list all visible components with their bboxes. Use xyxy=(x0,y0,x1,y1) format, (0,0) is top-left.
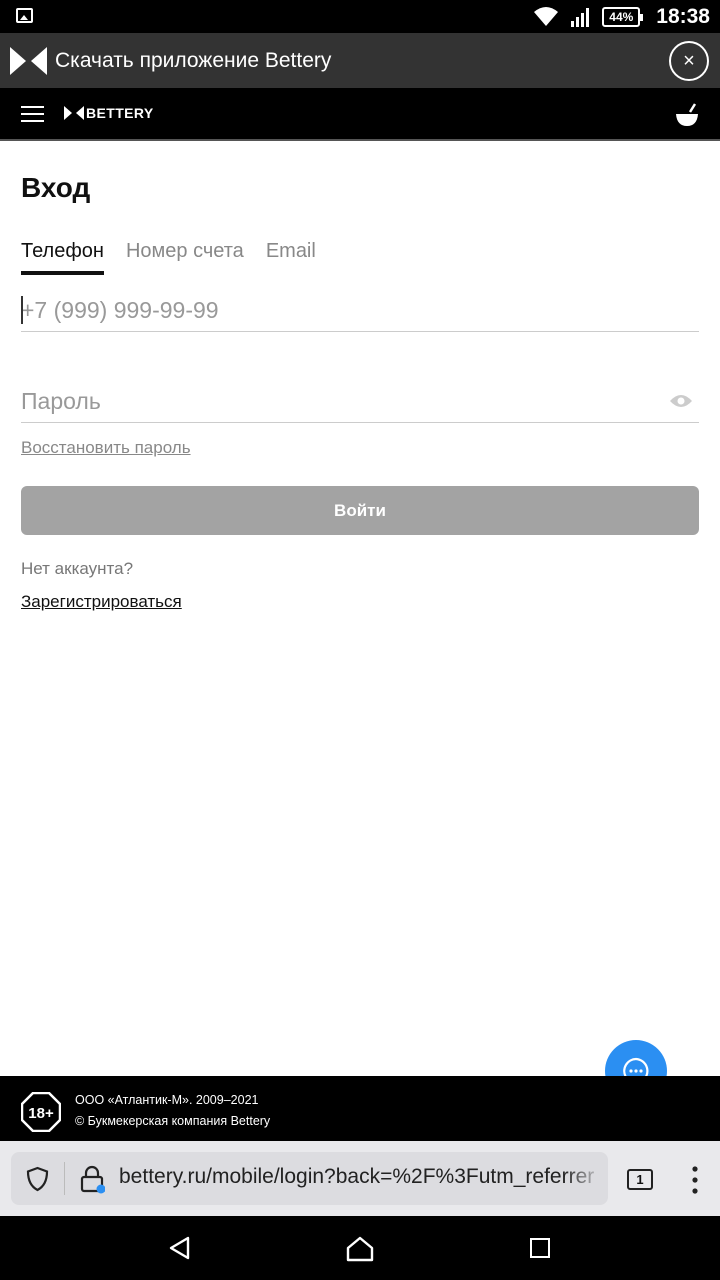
close-icon: × xyxy=(683,49,695,72)
clock: 18:38 xyxy=(656,4,710,28)
tab-account-number[interactable]: Номер счета xyxy=(126,240,244,275)
app-download-banner[interactable]: Скачать приложение Bettery × xyxy=(0,33,720,88)
text-caret xyxy=(21,296,23,324)
hamburger-menu-icon[interactable] xyxy=(21,106,44,123)
brand-name: BETTERY xyxy=(86,105,154,121)
gallery-notification-icon xyxy=(16,8,33,23)
back-icon[interactable] xyxy=(168,1236,192,1260)
tab-email[interactable]: Email xyxy=(266,240,316,275)
wifi-icon xyxy=(534,6,559,26)
tab-phone[interactable]: Телефон xyxy=(21,240,104,275)
register-link[interactable]: Зарегистрироваться xyxy=(21,592,182,612)
bet-slip-icon[interactable] xyxy=(674,102,700,128)
address-divider xyxy=(64,1162,65,1195)
brand-logo[interactable]: BETTERY xyxy=(64,105,154,121)
home-icon[interactable] xyxy=(346,1236,374,1262)
signal-icon xyxy=(571,7,590,27)
close-banner-button[interactable]: × xyxy=(669,41,709,81)
show-password-eye-icon[interactable] xyxy=(669,393,693,409)
battery-indicator: 44% xyxy=(602,6,644,27)
phone-field xyxy=(21,292,699,332)
tab-count: 1 xyxy=(636,1172,644,1187)
bettery-logo-icon xyxy=(64,106,84,120)
url-value: bettery.ru/mobile/login?back=%2F%3Futm_r… xyxy=(119,1165,595,1188)
tab-switcher-button[interactable]: 1 xyxy=(627,1169,653,1190)
site-header: BETTERY xyxy=(0,88,720,141)
browser-toolbar: bettery.ru/mobile/login?back=%2F%3Futm_r… xyxy=(0,1141,720,1216)
age-restriction-icon: 18+ xyxy=(21,1092,61,1132)
system-navigation-bar xyxy=(0,1216,720,1280)
battery-level: 44% xyxy=(609,9,634,24)
status-bar: 44% 18:38 xyxy=(0,0,720,33)
recent-apps-icon[interactable] xyxy=(530,1238,550,1258)
address-bar[interactable]: bettery.ru/mobile/login?back=%2F%3Futm_r… xyxy=(11,1152,608,1205)
banner-text: Скачать приложение Bettery xyxy=(55,48,332,72)
login-method-tabs: Телефон Номер счета Email xyxy=(21,240,338,275)
restore-password-link[interactable]: Восстановить пароль xyxy=(21,438,191,458)
no-account-text: Нет аккаунта? xyxy=(21,559,134,578)
login-button[interactable]: Войти xyxy=(21,486,699,535)
phone-input[interactable] xyxy=(21,292,699,328)
lock-icon[interactable] xyxy=(79,1164,105,1194)
password-input[interactable] xyxy=(21,383,699,419)
footer-copyright: © Букмекерская компания Bettery xyxy=(75,1114,271,1128)
url-text[interactable]: bettery.ru/mobile/login?back=%2F%3Futm_r… xyxy=(119,1165,604,1193)
age-label: 18+ xyxy=(28,1105,54,1122)
bettery-logo-icon xyxy=(10,46,47,75)
site-footer: 18+ ООО «Атлантик-М». 2009–2021 © Букмек… xyxy=(0,1076,720,1141)
password-field xyxy=(21,383,699,423)
more-options-icon[interactable] xyxy=(690,1165,700,1195)
shield-icon[interactable] xyxy=(25,1166,50,1192)
footer-company: ООО «Атлантик-М». 2009–2021 xyxy=(75,1093,259,1107)
page-title: Вход xyxy=(21,172,91,203)
